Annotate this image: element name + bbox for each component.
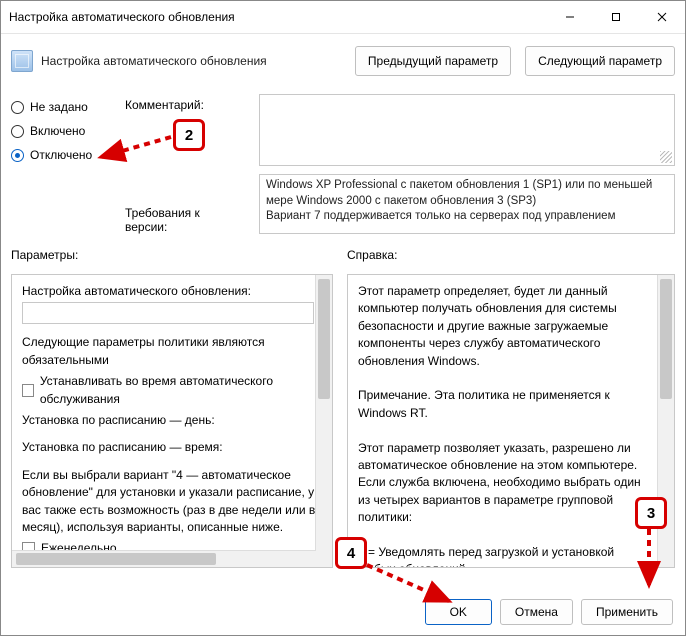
comment-label: Комментарий: xyxy=(125,98,245,112)
params-vscroll[interactable] xyxy=(315,275,332,567)
next-setting-button[interactable]: Следующий параметр xyxy=(525,46,675,76)
radio-disabled[interactable]: Отключено xyxy=(11,148,111,162)
help-pane: Этот параметр определяет, будет ли данны… xyxy=(347,274,675,568)
header-caption: Настройка автоматического обновления xyxy=(41,54,341,68)
radio-disabled-label: Отключено xyxy=(30,148,92,162)
dialog-window: Настройка автоматического обновления Нас… xyxy=(0,0,686,636)
radio-enabled-label: Включено xyxy=(30,124,85,138)
right-column: Windows XP Professional с пакетом обновл… xyxy=(259,94,675,234)
chk-install-maintenance-label: Устанавливать во время автоматического о… xyxy=(40,373,322,408)
params-heading: Настройка автоматического обновления: xyxy=(22,283,322,300)
update-mode-select[interactable] xyxy=(22,302,314,324)
maximize-button[interactable] xyxy=(593,1,639,33)
help-text: Этот параметр определяет, будет ли данны… xyxy=(358,283,664,568)
parameters-pane: Настройка автоматического обновления: Сл… xyxy=(11,274,333,568)
minimize-button[interactable] xyxy=(547,1,593,33)
help-vscroll[interactable] xyxy=(657,275,674,567)
header-row: Настройка автоматического обновления Пре… xyxy=(1,34,685,88)
ok-button[interactable]: OK xyxy=(425,599,492,625)
panes: Настройка автоматического обновления: Сл… xyxy=(1,266,685,568)
pane-labels: Параметры: Справка: xyxy=(1,248,685,266)
radio-not-configured-label: Не задано xyxy=(30,100,88,114)
policy-note: Следующие параметры политики являются об… xyxy=(22,334,322,369)
state-radios: Не задано Включено Отключено xyxy=(11,94,111,234)
resize-grip-icon xyxy=(660,151,672,163)
schedule-time-label: Установка по расписанию — время: xyxy=(22,439,322,456)
close-button[interactable] xyxy=(639,1,685,33)
radio-not-configured[interactable]: Не задано xyxy=(11,100,111,114)
policy-icon xyxy=(11,50,33,72)
requirements-text: Windows XP Professional с пакетом обновл… xyxy=(259,174,675,234)
params-hscroll[interactable] xyxy=(12,550,316,567)
footer-buttons: OK Отмена Применить xyxy=(425,599,673,625)
requirements-label: Требования к версии: xyxy=(125,206,245,234)
window-title: Настройка автоматического обновления xyxy=(9,10,547,24)
params-label: Параметры: xyxy=(11,248,333,262)
titlebar: Настройка автоматического обновления xyxy=(1,1,685,34)
chk-install-maintenance[interactable]: Устанавливать во время автоматического о… xyxy=(22,373,322,408)
cancel-button[interactable]: Отмена xyxy=(500,599,573,625)
schedule-day-label: Установка по расписанию — день: xyxy=(22,412,322,429)
comment-textarea[interactable] xyxy=(259,94,675,166)
apply-button[interactable]: Применить xyxy=(581,599,673,625)
state-section: Не задано Включено Отключено Комментарий… xyxy=(1,88,685,248)
radio-enabled[interactable]: Включено xyxy=(11,124,111,138)
help-label: Справка: xyxy=(347,248,675,262)
mid-labels: Комментарий: Требования к версии: xyxy=(125,94,245,234)
prev-setting-button[interactable]: Предыдущий параметр xyxy=(355,46,511,76)
variant4-note: Если вы выбрали вариант "4 — автоматичес… xyxy=(22,467,322,537)
